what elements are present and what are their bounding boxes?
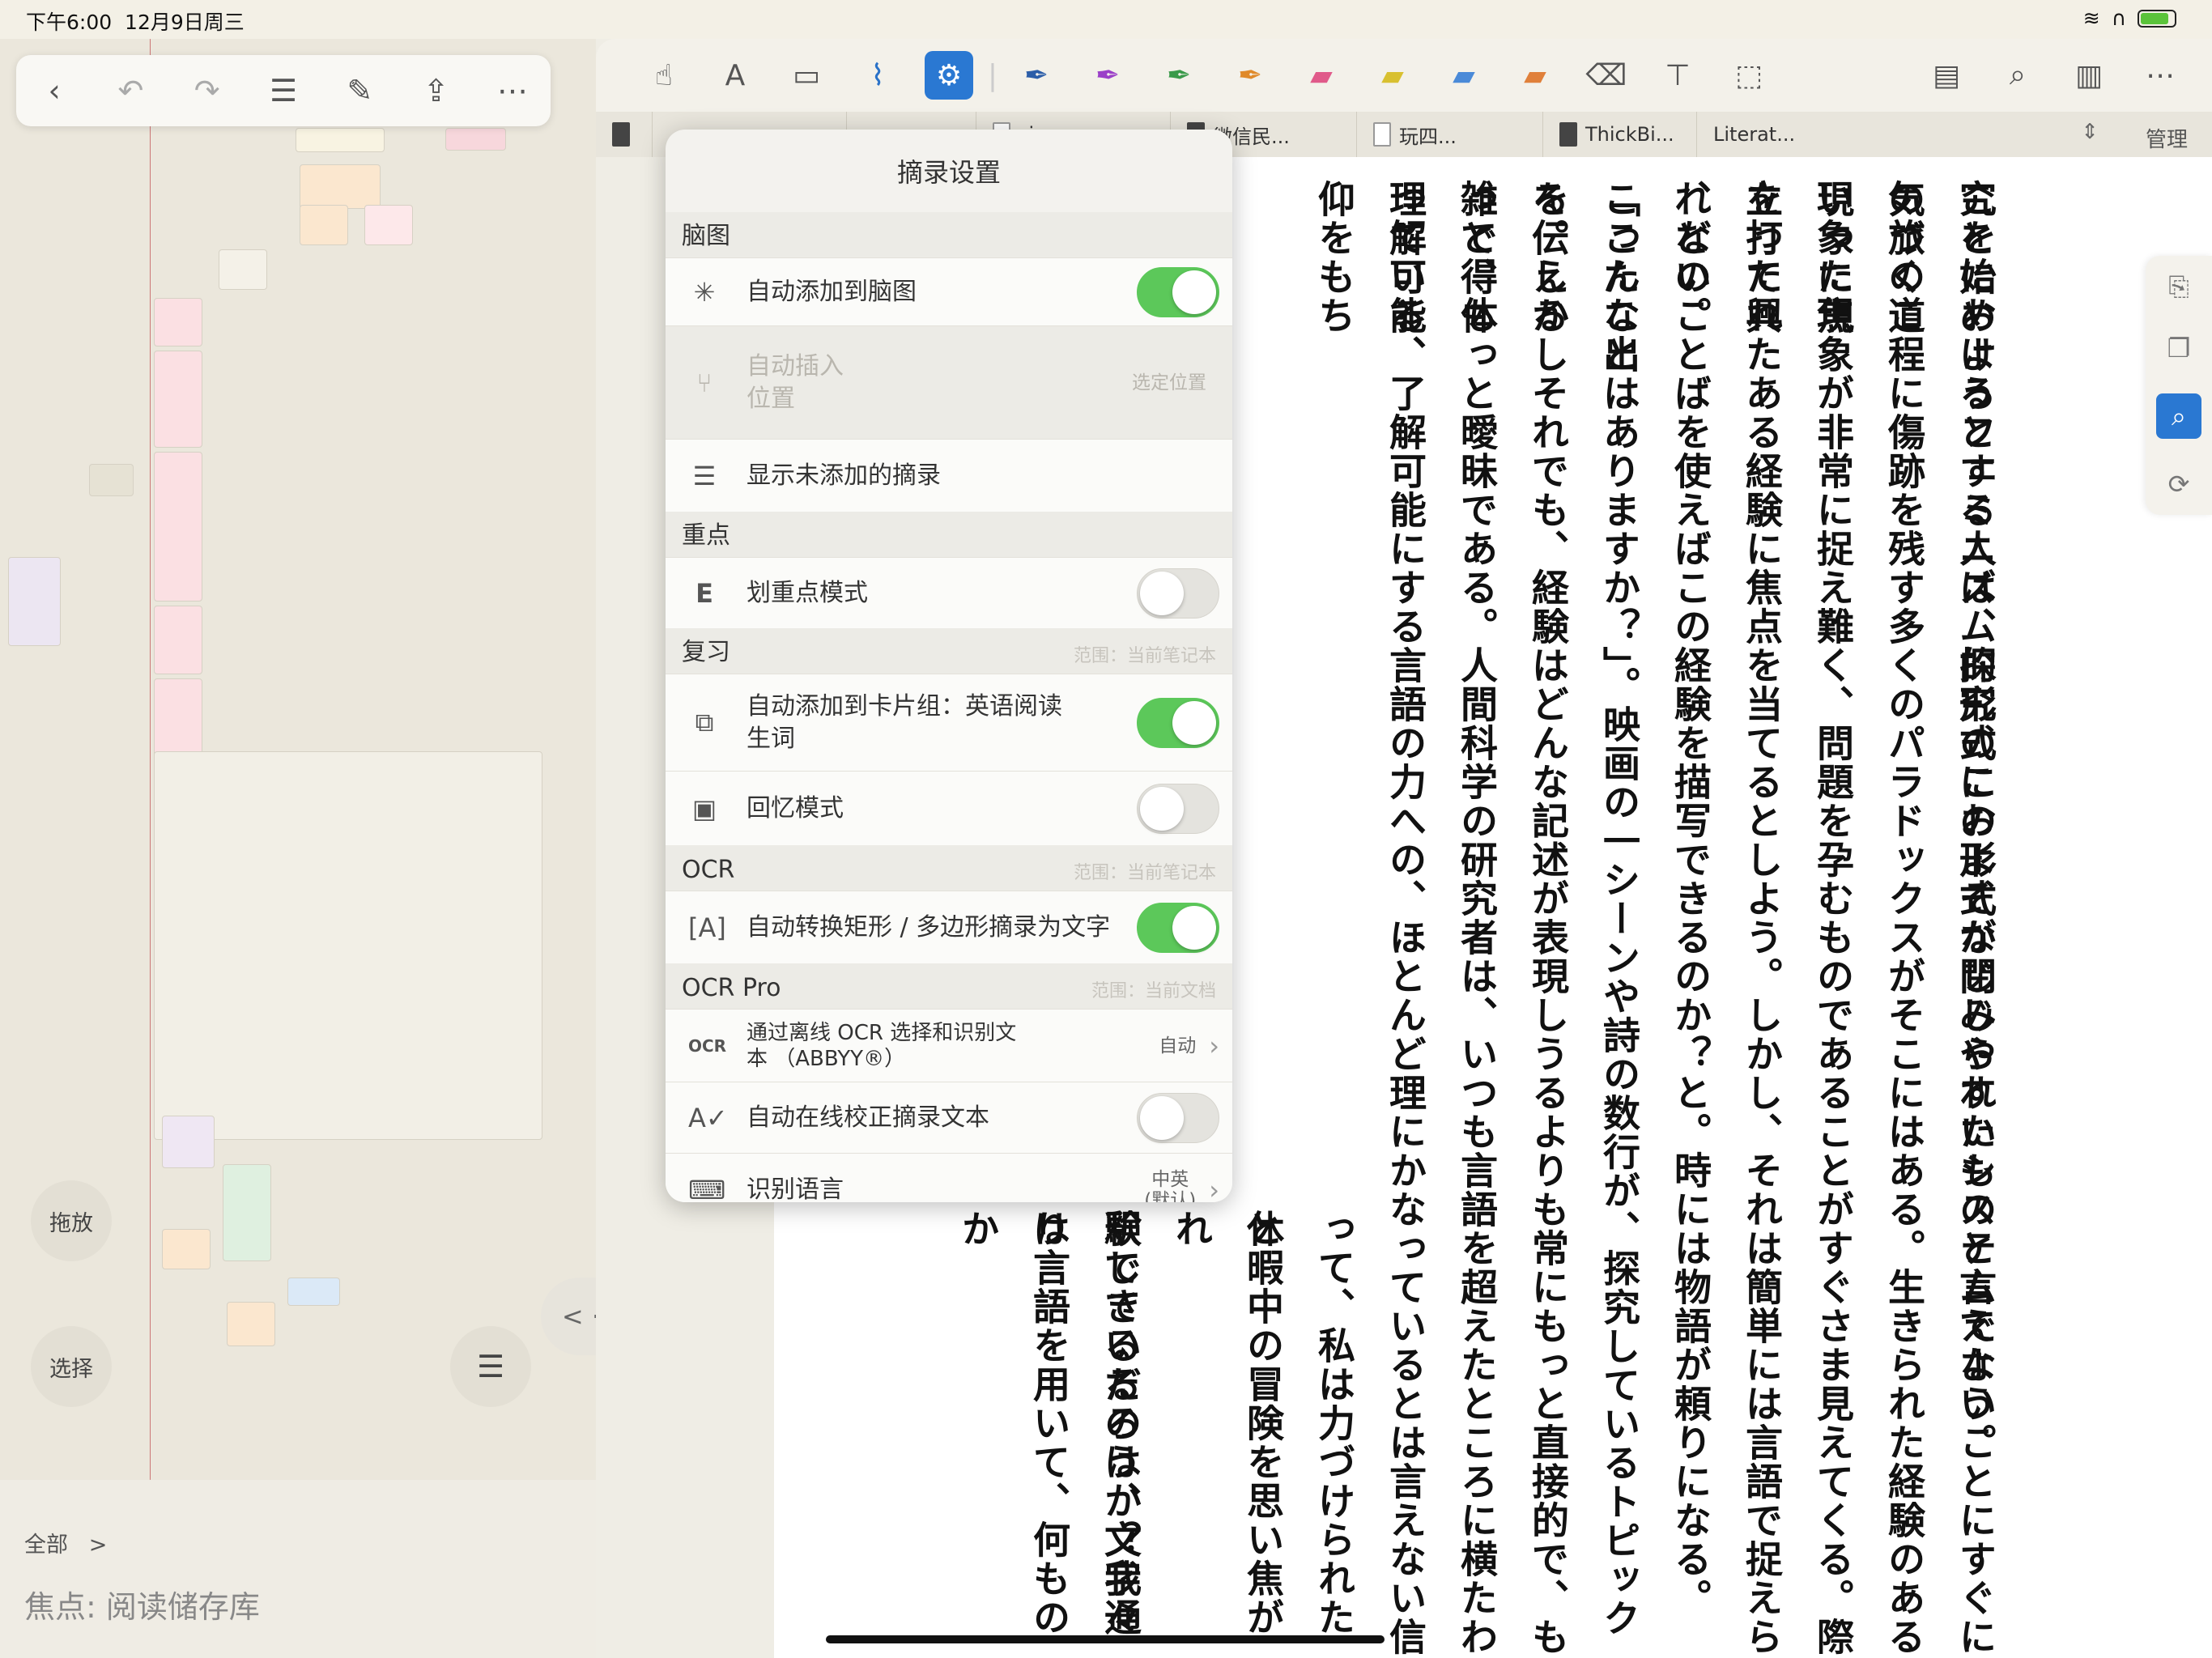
search-icon[interactable]: ⌕ — [1982, 51, 2053, 100]
chevron-right-icon: › — [1209, 1174, 1219, 1203]
text-column: は言語を用いて、何ものか — [956, 1209, 1071, 1637]
highlighter-orange-icon[interactable]: ▰ — [1499, 51, 1571, 100]
book-icon[interactable]: ▥ — [2053, 51, 2125, 100]
online-correct-row[interactable]: A✓ 自动在线校正摘录文本 — [666, 1082, 1232, 1153]
mindmap-canvas[interactable] — [0, 39, 596, 1480]
hand-tool-icon[interactable]: ☝ — [628, 51, 700, 100]
section-header-mindmap: 脑图 — [666, 212, 1232, 257]
ocr-scan-icon: OCR — [688, 1035, 727, 1056]
more-icon[interactable]: ⋯ — [488, 73, 537, 108]
highlighter-yellow-icon[interactable]: ▰ — [1357, 51, 1428, 100]
auto-add-cards-toggle[interactable] — [1137, 697, 1219, 748]
highlight-mode-row[interactable]: E 划重点模式 — [666, 557, 1232, 628]
highlight-mode-toggle[interactable] — [1137, 568, 1219, 619]
document-toolbar: ☝ A ▭ ⌇ ⚙ | ✒ ✒ ✒ ✒ ▰ ▰ ▰ ▰ ⌫ ⊤ ⬚ ▤ ⌕ ▥ … — [596, 39, 2212, 112]
side-tools: ⎘ ❐ ⌕ ⟳ — [2146, 256, 2212, 515]
document-thumbnail-icon — [1373, 122, 1391, 147]
excerpt-settings-popover: 摘录设置 脑图 ✳ 自动添加到脑图 ⑂ 自动插入 位置 选定位置 ☰ 显示未添加… — [666, 130, 1232, 1202]
home-indicator — [826, 1635, 1385, 1643]
headphones-icon: ∩ — [2111, 6, 2126, 30]
mindmap-toolbar: ‹ ↶ ↷ ☰ ✎ ⇪ ⋯ — [16, 55, 551, 126]
card-deck-icon: ⧉ — [695, 707, 714, 738]
show-unadded-row[interactable]: ☰ 显示未添加的摘录 — [666, 439, 1232, 512]
share-icon[interactable]: ⇪ — [412, 73, 461, 108]
excerpt-settings-icon[interactable]: ⚙ — [925, 51, 973, 100]
auto-convert-row[interactable]: [A] 自动转换矩形 / 多边形摘录为文字 — [666, 891, 1232, 963]
menu-list-icon: ☰ — [476, 1349, 505, 1384]
battery-icon — [2138, 9, 2176, 28]
status-time: 下午6:00 12月9日周三 — [26, 11, 245, 34]
undo-icon[interactable]: ↶ — [106, 73, 155, 108]
document-icon[interactable]: ▤ — [1911, 51, 1982, 100]
section-header-review: 复习 范围：当前笔记本 — [666, 628, 1232, 674]
mindmap-node-icon: ✳ — [693, 276, 716, 308]
section-header-ocr: OCR 范围：当前笔记本 — [666, 845, 1232, 891]
auto-insert-row: ⑂ 自动插入 位置 选定位置 — [666, 325, 1232, 439]
pen-orange-icon[interactable]: ✒ — [1214, 51, 1286, 100]
branch-icon: ⑂ — [696, 367, 713, 398]
highlighter-blue-icon[interactable]: ▰ — [1428, 51, 1499, 100]
online-correct-toggle[interactable] — [1137, 1092, 1219, 1143]
toolbar-divider: | — [987, 58, 998, 92]
translate-icon[interactable]: ⎘ — [2168, 271, 2189, 303]
text-check-icon: A✓ — [688, 1102, 728, 1133]
wifi-icon: ≋ — [2082, 6, 2100, 30]
status-icons: ≋ ∩ — [2083, 6, 2176, 30]
pen-green-icon[interactable]: ✒ — [1143, 51, 1214, 100]
more-options-icon[interactable]: ⋯ — [2125, 51, 2196, 100]
select-button[interactable]: 选择 — [31, 1326, 112, 1407]
tab-wansi[interactable]: 玩四... — [1357, 112, 1543, 157]
menu-list-button[interactable]: ☰ — [450, 1326, 531, 1407]
breadcrumb[interactable]: 全部 > — [24, 1527, 107, 1558]
text-column: 休暇中の冒険を思い焦がれ — [1170, 1209, 1285, 1637]
highlight-e-icon: E — [696, 577, 713, 609]
language-icon: ⌨ — [688, 1174, 726, 1203]
recall-mode-row[interactable]: ▣ 回忆模式 — [666, 771, 1232, 845]
mindmap-footer: 全部 > 焦点: 阅读储存库 — [0, 1480, 596, 1658]
redo-icon[interactable]: ↷ — [183, 73, 232, 108]
rectangle-select-icon[interactable]: ▭ — [771, 51, 842, 100]
text-select-icon[interactable]: A — [700, 51, 771, 100]
tab-thickbi[interactable]: ThickBi... — [1543, 112, 1697, 157]
back-icon[interactable]: ‹ — [30, 73, 79, 108]
auto-convert-toggle[interactable] — [1137, 902, 1219, 953]
recognition-language-row[interactable]: ⌨ 识别语言 中英 (默认) › — [666, 1153, 1232, 1202]
book-thumbnail-icon — [1559, 122, 1577, 147]
copy-icon[interactable]: ❐ — [2167, 333, 2191, 363]
auto-add-mindmap-row[interactable]: ✳ 自动添加到脑图 — [666, 257, 1232, 325]
book-thumbnail-icon — [612, 122, 630, 147]
clipboard-icon: ▣ — [691, 793, 717, 824]
mindmap-panel: ‹ ↶ ↷ ☰ ✎ ⇪ ⋯ 拖放 选择 ☰ 全部 > 焦点: 阅读储存库 — [0, 39, 596, 1658]
focus-label: 焦点: 阅读储存库 — [24, 1589, 260, 1625]
tab-thumb-1[interactable] — [596, 112, 653, 157]
auto-add-cards-row[interactable]: ⧉ 自动添加到卡片组：英语阅读 生词 — [666, 674, 1232, 771]
sort-icon[interactable]: ⇕ — [2081, 120, 2099, 144]
popover-title: 摘录设置 — [896, 157, 1001, 188]
ocr-bracket-icon: [A] — [688, 912, 726, 943]
auto-add-mindmap-toggle[interactable] — [1137, 266, 1219, 317]
magnifier-icon[interactable]: ⌕ — [2156, 393, 2201, 440]
lasso-select-icon[interactable]: ⌇ — [842, 51, 913, 100]
section-header-highlight: 重点 — [666, 512, 1232, 557]
section-header-ocrpro: OCR Pro 范围：当前文档 — [666, 963, 1232, 1009]
offline-ocr-row[interactable]: OCR 通过离线 OCR 选择和识别文 本 （ABBYY®） 自动 › — [666, 1009, 1232, 1082]
highlighter-pink-icon[interactable]: ▰ — [1286, 51, 1357, 100]
chevron-right-icon: › — [1209, 1030, 1219, 1061]
text-box-icon[interactable]: ⊤ — [1642, 51, 1713, 100]
status-bar: 下午6:00 12月9日周三 ≋ ∩ — [0, 0, 2212, 39]
sync-icon[interactable]: ⟳ — [2168, 469, 2190, 500]
pen-blue-icon[interactable]: ✒ — [1001, 51, 1072, 100]
tab-literat[interactable]: Literat... — [1697, 112, 1819, 157]
edit-icon[interactable]: ✎ — [335, 73, 384, 108]
pen-purple-icon[interactable]: ✒ — [1072, 51, 1143, 100]
auto-insert-value: 选定位置 — [1132, 372, 1206, 393]
dashed-select-icon[interactable]: ⬚ — [1713, 51, 1784, 100]
outline-list-icon[interactable]: ☰ — [259, 73, 308, 108]
drag-button[interactable]: 拖放 — [31, 1180, 112, 1261]
recall-mode-toggle[interactable] — [1137, 783, 1219, 834]
stack-icon: ☰ — [692, 460, 717, 491]
manage-tabs-button[interactable]: 管理 — [2146, 123, 2188, 153]
eraser-icon[interactable]: ⌫ — [1571, 51, 1642, 100]
